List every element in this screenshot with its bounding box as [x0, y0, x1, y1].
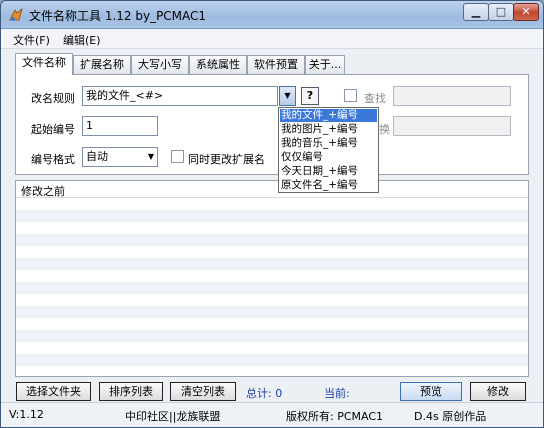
- help-button[interactable]: ?: [301, 87, 319, 105]
- menu-edit[interactable]: 编辑(E): [63, 32, 101, 48]
- total-count: 总计: 0: [246, 387, 283, 400]
- format-label: 编号格式: [31, 153, 75, 166]
- status-community: 中印社区||龙族联盟: [125, 410, 221, 423]
- app-icon: [9, 7, 23, 21]
- format-select[interactable]: 自动 ▼: [82, 147, 158, 167]
- status-bar: V:1.12 中印社区||龙族联盟 版权所有: PCMAC1 D.4s 原创作品: [1, 402, 543, 427]
- rule-input[interactable]: 我的文件_<#>: [82, 86, 278, 106]
- chevron-down-icon: ▼: [147, 152, 154, 161]
- list-rows: [16, 198, 528, 376]
- dropdown-option[interactable]: 我的图片_+编号: [280, 123, 377, 136]
- status-author: D.4s 原创作品: [414, 410, 487, 423]
- menu-bar: 文件(F) 编辑(E): [1, 29, 543, 49]
- chevron-down-icon: ▼: [284, 91, 291, 100]
- also-ext-checkbox[interactable]: [171, 150, 184, 163]
- tab-case[interactable]: 大写小写: [131, 55, 189, 74]
- list-header[interactable]: 修改之前: [16, 181, 528, 198]
- find-checkbox[interactable]: [344, 89, 357, 102]
- current-label: 当前:: [324, 387, 350, 400]
- preview-button[interactable]: 预览: [400, 382, 462, 401]
- clear-list-button[interactable]: 清空列表: [170, 382, 236, 401]
- rule-dropdown-button[interactable]: ▼: [279, 86, 296, 106]
- maximize-button[interactable]: □: [488, 3, 514, 21]
- column-header-before[interactable]: 修改之前: [21, 183, 65, 199]
- minimize-button[interactable]: ▁: [463, 3, 489, 21]
- tab-file-name[interactable]: 文件名称: [15, 53, 73, 75]
- close-button[interactable]: ✕: [513, 3, 539, 21]
- dropdown-option[interactable]: 今天日期_+编号: [280, 165, 377, 178]
- rule-dropdown-list: 我的文件_+编号 我的图片_+编号 我的音乐_+编号 仅仅编号 今天日期_+编号…: [278, 107, 379, 193]
- status-version: V:1.12: [9, 408, 44, 421]
- title-bar[interactable]: 文件名称工具 1.12 by_PCMAC1 ▁ □ ✕: [1, 1, 543, 29]
- menu-file[interactable]: 文件(F): [13, 32, 50, 48]
- start-number-label: 起始编号: [31, 123, 75, 136]
- dropdown-option[interactable]: 仅仅编号: [280, 151, 377, 164]
- rule-label: 改名规则: [31, 92, 75, 105]
- find-label: 查找: [364, 92, 386, 105]
- dropdown-option[interactable]: 原文件名_+编号: [280, 179, 377, 192]
- dropdown-option[interactable]: 我的音乐_+编号: [280, 137, 377, 150]
- tab-about[interactable]: 关于...: [305, 55, 345, 74]
- window-title: 文件名称工具 1.12 by_PCMAC1: [29, 9, 207, 23]
- replace-input[interactable]: [393, 116, 511, 136]
- modify-button[interactable]: 修改: [470, 382, 526, 401]
- select-folder-button[interactable]: 选择文件夹: [16, 382, 91, 401]
- file-list[interactable]: 修改之前: [15, 180, 529, 377]
- format-value: 自动: [86, 150, 108, 163]
- find-input[interactable]: [393, 86, 511, 106]
- tab-attributes[interactable]: 系统属性: [189, 55, 247, 74]
- app-window: 文件名称工具 1.12 by_PCMAC1 ▁ □ ✕ 文件(F) 编辑(E) …: [0, 0, 544, 428]
- status-copyright: 版权所有: PCMAC1: [286, 410, 384, 423]
- start-number-input[interactable]: 1: [82, 116, 158, 136]
- dropdown-option[interactable]: 我的文件_+编号: [280, 109, 377, 122]
- replace-label: 换: [379, 123, 390, 136]
- tab-extension[interactable]: 扩展名称: [73, 55, 131, 74]
- sort-list-button[interactable]: 排序列表: [99, 382, 163, 401]
- also-ext-label: 同时更改扩展名: [188, 153, 265, 166]
- tab-presets[interactable]: 软件预置: [247, 55, 305, 74]
